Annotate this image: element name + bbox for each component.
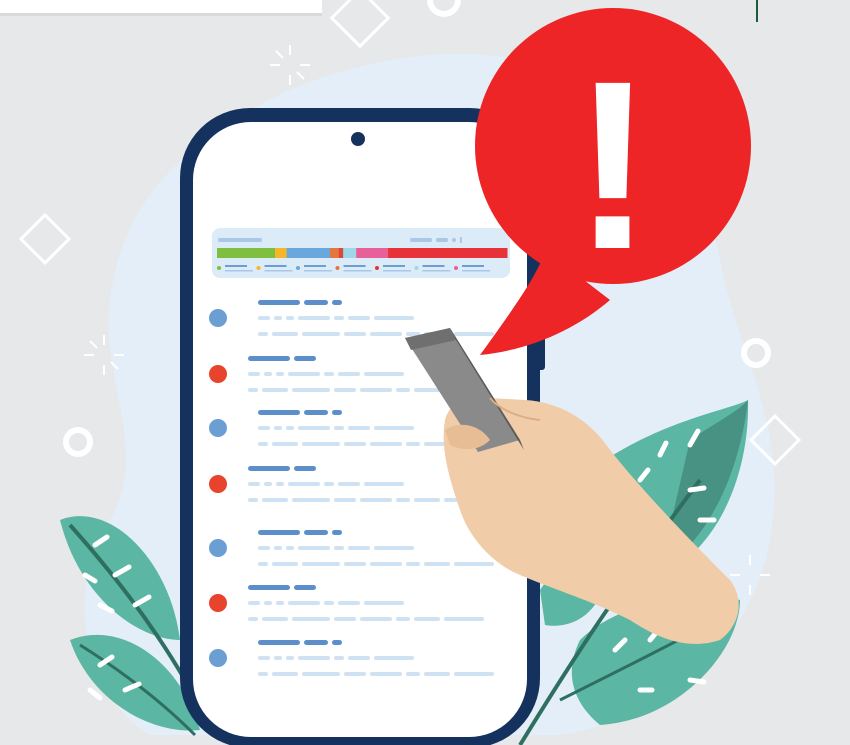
normal-status-dot — [209, 649, 227, 667]
alert-status-dot — [209, 365, 227, 383]
legend-dot — [375, 266, 379, 270]
legend-dot — [454, 266, 458, 270]
legend-dot — [296, 266, 300, 270]
status-bar-segment — [356, 248, 389, 258]
notification-illustration: ! — [0, 0, 850, 745]
alert-status-dot — [209, 475, 227, 493]
alert-status-dot — [209, 594, 227, 612]
normal-status-dot — [209, 539, 227, 557]
status-bar-segment — [330, 248, 340, 258]
exclamation-mark-icon: ! — [573, 31, 653, 299]
status-bar-segment — [343, 248, 357, 258]
status-bar-segment — [286, 248, 331, 258]
legend-dot — [217, 266, 221, 270]
status-color-bar — [217, 248, 508, 258]
status-bar-segment — [275, 248, 288, 258]
legend-dot — [335, 266, 340, 270]
normal-status-dot — [209, 309, 227, 327]
normal-status-dot — [209, 419, 227, 437]
status-summary-card — [212, 228, 510, 278]
phone-camera-icon — [351, 132, 365, 146]
illustration-canvas: ! — [0, 0, 802, 745]
top-card-remnant — [0, 0, 322, 13]
status-bar-segment — [338, 248, 344, 258]
status-bar-segment — [388, 248, 508, 258]
status-bar-segment — [217, 248, 276, 258]
legend-dot — [414, 266, 419, 270]
top-right-marker — [756, 0, 758, 22]
legend-dot — [256, 266, 261, 270]
